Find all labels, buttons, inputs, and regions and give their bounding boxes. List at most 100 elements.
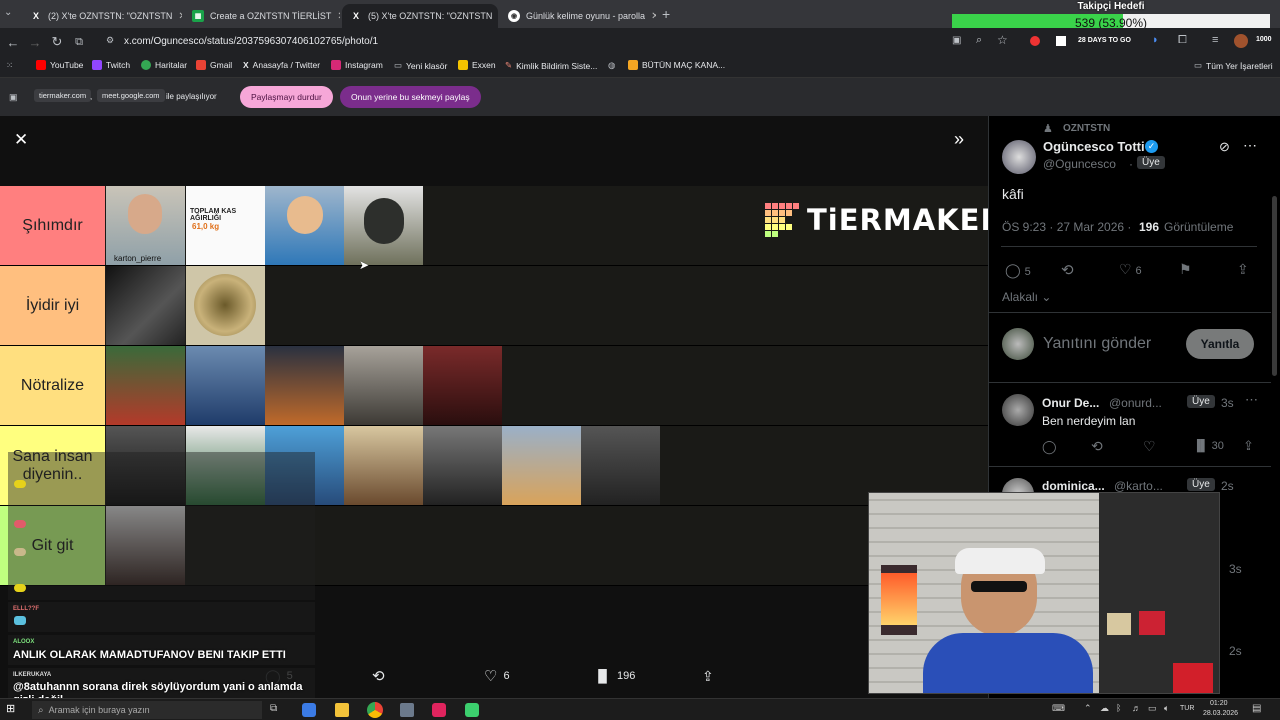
- zoom-icon[interactable]: ⌕: [976, 34, 982, 47]
- reply-time[interactable]: 2s: [1229, 644, 1242, 658]
- notification-icon[interactable]: ▤: [1252, 703, 1261, 714]
- app-icon[interactable]: [400, 703, 414, 717]
- reply-time[interactable]: 3s: [1229, 562, 1242, 576]
- bookmark-folder[interactable]: ▭ Yeni klasör: [394, 60, 447, 71]
- community-name[interactable]: OZNTSTN: [1063, 123, 1110, 134]
- bookmark-twitch[interactable]: Twitch: [92, 60, 130, 70]
- bookmark-instagram[interactable]: Instagram: [331, 60, 383, 70]
- folder-icon[interactable]: [335, 703, 349, 717]
- reply-time[interactable]: 2s: [1221, 479, 1234, 493]
- photo-views-button[interactable]: ▐▌ 196: [594, 664, 635, 688]
- url-input[interactable]: x.com/Oguncesco/status/20375963074061027…: [124, 33, 964, 51]
- bookmark-twitter[interactable]: X Anasayfa / Twitter: [243, 60, 320, 70]
- tweet-time[interactable]: ÖS 9:23 · 27 Mar 2026 ·: [1002, 220, 1131, 234]
- new-tab-button[interactable]: +: [662, 6, 670, 22]
- puzzle-icon[interactable]: ⧠: [1178, 34, 1187, 47]
- tab-3[interactable]: X (5) X'te OZNTSTN: "OZNTSTN ✕: [342, 4, 498, 28]
- forward-icon[interactable]: →: [24, 35, 46, 50]
- bookmark-exxen[interactable]: Exxen: [458, 60, 496, 70]
- chevron-up-icon[interactable]: ⌃: [1084, 703, 1092, 714]
- tab-2[interactable]: ▦ Create a OZNTSTN TİERLİST ✕: [184, 4, 340, 28]
- avatar[interactable]: [1002, 140, 1036, 174]
- photo-like-button[interactable]: ♡ 6: [484, 664, 510, 688]
- stop-sharing-button[interactable]: Paylaşmayı durdur: [240, 86, 333, 108]
- more-icon[interactable]: ⋯: [1243, 137, 1257, 154]
- microphone-icon[interactable]: ♬: [1132, 703, 1141, 713]
- network-icon[interactable]: ▭: [1148, 703, 1157, 714]
- handle[interactable]: @Oguncesco: [1043, 157, 1116, 171]
- site-info-icon[interactable]: ⚙: [106, 35, 114, 46]
- star-icon[interactable]: ☆: [997, 33, 1008, 47]
- bookmark-label: Gmail: [210, 60, 233, 70]
- extension-icon[interactable]: ◗: [1152, 34, 1159, 46]
- tab-4[interactable]: ◉ Günlük kelime oyunu - parolla ✕: [500, 4, 656, 28]
- app-icon[interactable]: [432, 703, 446, 717]
- reload-icon[interactable]: ↻: [46, 34, 68, 50]
- bookmark-youtube[interactable]: YouTube: [36, 60, 83, 70]
- close-icon[interactable]: ✕: [14, 130, 28, 150]
- relevance-dropdown[interactable]: Alakalı ⌄: [1002, 290, 1051, 304]
- more-icon[interactable]: ⋯: [1245, 392, 1258, 408]
- reply-input[interactable]: Yanıtını gönder: [1043, 335, 1151, 353]
- scrollbar[interactable]: [1272, 196, 1277, 376]
- reading-list-icon[interactable]: ≡: [1212, 34, 1218, 46]
- cloud-icon[interactable]: ☁: [1100, 703, 1109, 714]
- split-view-icon[interactable]: ⧉: [68, 36, 90, 49]
- grok-icon[interactable]: ⊘: [1219, 139, 1230, 155]
- chat-text: ANLIK OLARAK MAMADTUFANOV BENI TAKIP ETT…: [13, 649, 286, 661]
- apps-icon[interactable]: ⁙: [6, 60, 13, 71]
- avatar[interactable]: [1234, 34, 1248, 48]
- tab-1[interactable]: X (2) X'te OZNTSTN: "OZNTSTN ✕: [22, 4, 182, 28]
- extension-icon[interactable]: [1030, 36, 1040, 46]
- share-icon[interactable]: ⇪: [1243, 438, 1254, 454]
- bluetooth-icon[interactable]: ᛒ: [1116, 703, 1121, 713]
- photo-share-button[interactable]: ⇪: [702, 664, 714, 688]
- start-icon[interactable]: ⊞: [6, 702, 15, 715]
- cast-icon[interactable]: ▣: [952, 35, 961, 46]
- reply-time[interactable]: 3s: [1221, 396, 1234, 410]
- keyboard-icon[interactable]: ⌨: [1052, 703, 1065, 714]
- expand-icon[interactable]: »: [954, 129, 964, 150]
- globe-icon[interactable]: ◍: [608, 60, 615, 71]
- taskbar-search[interactable]: ⌕ Aramak için buraya yazın: [32, 701, 262, 719]
- clock-date[interactable]: 28.03.2026: [1203, 710, 1238, 717]
- close-icon[interactable]: ✕: [651, 11, 656, 22]
- app-icon[interactable]: [302, 703, 316, 717]
- language-indicator[interactable]: TUR: [1180, 705, 1194, 712]
- close-icon[interactable]: ✕: [178, 11, 182, 22]
- close-icon[interactable]: ✕: [337, 11, 340, 22]
- reply-handle[interactable]: @onurd...: [1109, 396, 1162, 410]
- all-bookmarks[interactable]: ▭ Tüm Yer İşaretleri: [1194, 60, 1273, 71]
- clock-time[interactable]: 01:20: [1210, 700, 1228, 707]
- reply-icon[interactable]: ◯: [1042, 439, 1057, 455]
- back-icon[interactable]: ←: [2, 35, 24, 50]
- bookmark-kimlik[interactable]: ✎ Kimlik Bildirim Siste...: [505, 60, 597, 71]
- reply-button[interactable]: ◯ 5: [1005, 262, 1031, 279]
- reply-submit-button[interactable]: Yanıtla: [1186, 329, 1254, 359]
- retweet-icon[interactable]: ⟲: [1061, 261, 1074, 279]
- display-name[interactable]: Ogüncesco Totti: [1043, 139, 1145, 154]
- reply-handle[interactable]: @karto...: [1114, 479, 1163, 493]
- heart-icon[interactable]: ♡: [1143, 438, 1156, 455]
- views-button[interactable]: ▐▌ 30: [1193, 440, 1224, 452]
- like-button[interactable]: ♡ 6: [1119, 261, 1142, 278]
- tab-search-icon[interactable]: ⌄: [4, 7, 18, 21]
- volume-icon[interactable]: 🔈︎: [1164, 703, 1169, 714]
- avatar[interactable]: [1002, 394, 1034, 426]
- share-this-tab-button[interactable]: Onun yerine bu sekmeyi paylaş: [340, 86, 481, 108]
- bookmark-maps[interactable]: Haritalar: [141, 60, 187, 70]
- bookmark-mac-kanal[interactable]: BÜTÜN MAÇ KANA...: [628, 60, 725, 70]
- app-icon[interactable]: [465, 703, 479, 717]
- retweet-icon[interactable]: ⟲: [1091, 438, 1103, 455]
- reply-author[interactable]: Onur De...: [1042, 396, 1099, 410]
- bookmark-icon[interactable]: ⚑: [1179, 261, 1192, 278]
- countdown-extension[interactable]: 28 DAYS TO GO: [1078, 37, 1131, 44]
- chat-username: ELLL??F: [13, 606, 39, 612]
- extension-icon[interactable]: [1056, 36, 1066, 46]
- bookmark-gmail[interactable]: Gmail: [196, 60, 232, 70]
- task-view-icon[interactable]: ⧉: [270, 703, 277, 714]
- reply-author[interactable]: dominica...: [1042, 479, 1105, 493]
- photo-retweet-button[interactable]: ⟲: [372, 664, 385, 688]
- share-icon[interactable]: ⇪: [1237, 261, 1249, 278]
- chrome-icon[interactable]: [367, 702, 383, 718]
